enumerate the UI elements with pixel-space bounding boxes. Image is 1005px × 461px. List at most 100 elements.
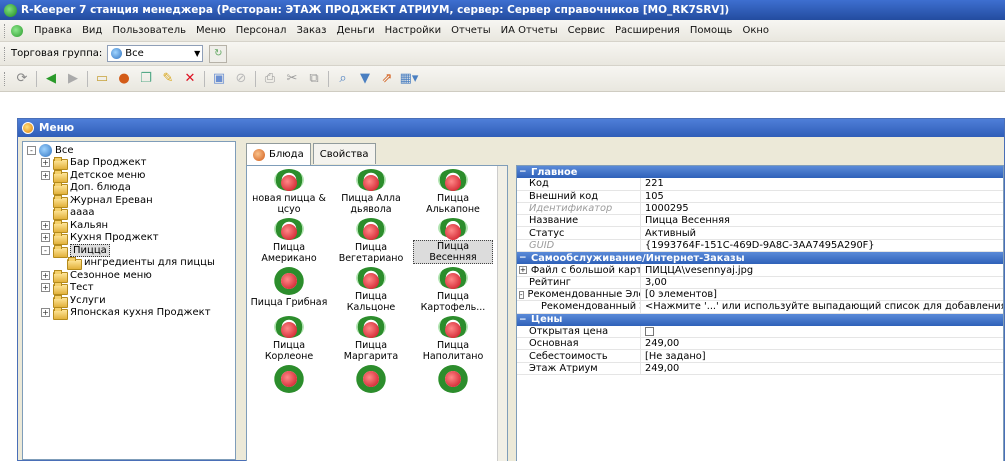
expand-icon[interactable]: + (519, 266, 527, 275)
menu-item[interactable]: Отчеты (446, 25, 495, 36)
property-row[interactable]: Основная 249,00 (517, 338, 1003, 351)
forward-icon[interactable]: ▶ (65, 71, 81, 87)
collapse-icon[interactable]: - (41, 245, 50, 255)
menu-item[interactable]: Настройки (380, 25, 446, 36)
tree-node[interactable]: + Кальян (27, 219, 235, 233)
property-value[interactable]: {1993764F-151C-469D-9A8C-3AA7495A290F} (641, 240, 1003, 251)
property-row[interactable]: Этаж Атриум 249,00 (517, 362, 1003, 376)
property-category[interactable]: − Цены (517, 313, 1003, 326)
search-icon[interactable]: ⌕ (335, 71, 351, 87)
dish-item[interactable] (331, 362, 411, 411)
tree-node[interactable]: + Детское меню (27, 169, 235, 183)
expand-icon[interactable]: + (41, 158, 50, 168)
property-value[interactable]: <Нажмите '...' или используйте выпадающи… (641, 301, 1003, 312)
expand-icon[interactable]: + (41, 283, 50, 293)
property-value[interactable]: 221 (641, 178, 1003, 189)
menu-item[interactable]: Заказ (291, 25, 331, 36)
dish-item[interactable]: Пицца Вегетариано (331, 215, 411, 264)
property-row[interactable]: Идентификатор 1000295 (517, 202, 1003, 216)
property-value[interactable]: 249,00 (641, 338, 1003, 349)
save-icon[interactable]: ▣ (211, 71, 227, 87)
property-value[interactable]: Активный (641, 227, 1003, 239)
tree-node[interactable]: Журнал Ереван (27, 194, 235, 208)
property-row[interactable]: Рейтинг 3,00 (517, 276, 1003, 289)
trade-group-select[interactable]: Все ▼ (107, 45, 204, 62)
tab-properties[interactable]: Свойства (312, 143, 754, 201)
filter-icon[interactable]: ▼ (357, 71, 373, 87)
toolbar-grip[interactable] (4, 71, 7, 86)
menu-item[interactable]: Деньги (331, 25, 379, 36)
collapse-icon[interactable]: - (519, 290, 524, 299)
property-value[interactable]: 3,00 (641, 277, 1003, 288)
menu-item[interactable]: Окно (737, 25, 774, 36)
property-row[interactable]: Код 221 (517, 178, 1003, 191)
dish-item[interactable] (249, 362, 329, 411)
menu-item[interactable]: ИА Отчеты (496, 25, 563, 36)
property-row[interactable]: + Файл с большой карти ПИЦЦА\vesennyaj.jpg (517, 264, 1003, 277)
dish-item[interactable] (413, 362, 493, 411)
collapse-icon[interactable]: - (27, 145, 36, 155)
dish-item[interactable]: Пицца Маргарита (331, 313, 411, 362)
expand-icon[interactable]: + (41, 220, 50, 230)
toolbar-grip[interactable] (4, 46, 7, 61)
category-tree[interactable]: - Все + Бар Проджект + Детское меню Доп. блюда… (22, 141, 236, 460)
new-folder-icon[interactable]: ▭ (94, 71, 110, 87)
dish-item[interactable]: Пицца Картофель... (413, 264, 493, 313)
tree-node[interactable]: Услуги (27, 294, 235, 308)
chevron-down-icon[interactable]: ▼ (194, 49, 200, 58)
menu-item[interactable]: Сервис (563, 25, 610, 36)
menu-item[interactable]: Расширения (610, 25, 685, 36)
dish-item[interactable]: Пицца Грибная (249, 264, 329, 313)
property-row[interactable]: GUID {1993764F-151C-469D-9A8C-3AA7495A290… (517, 239, 1003, 253)
tree-node[interactable]: Доп. блюда (27, 182, 235, 196)
property-category[interactable]: − Самообслуживание/Интернет-Заказы (517, 252, 1003, 265)
dish-item[interactable]: Пицца Алла дьявола (331, 166, 411, 215)
pane-splitter[interactable] (508, 165, 516, 461)
dish-item[interactable]: Пицца Американо (249, 215, 329, 264)
print-icon[interactable]: ⎙ (262, 71, 278, 87)
tree-node[interactable]: + Бар Проджект (27, 157, 235, 171)
toolbar-grip[interactable] (4, 23, 7, 38)
dish-item[interactable]: новая пицца & цсуо (249, 166, 329, 215)
refresh-icon[interactable]: ⟳ (14, 71, 30, 87)
collapse-icon[interactable]: − (517, 315, 527, 325)
dish-item[interactable]: Пицца Кальцоне (331, 264, 411, 313)
menu-item[interactable]: Вид (77, 25, 107, 36)
menu-item[interactable]: Помощь (685, 25, 738, 36)
collapse-icon[interactable]: − (517, 253, 527, 263)
menu-item[interactable]: Меню (191, 25, 231, 36)
expand-icon[interactable]: + (41, 170, 50, 180)
cut-icon[interactable]: ✂ (284, 71, 300, 87)
view-options-icon[interactable]: ▦▾ (400, 71, 419, 87)
edit-icon[interactable]: ✎ (160, 71, 176, 87)
cancel-icon[interactable]: ⊘ (233, 71, 249, 87)
menu-item[interactable]: Пользователь (107, 25, 191, 36)
refresh-group-button[interactable]: ↻ (209, 44, 228, 63)
property-value[interactable]: 249,00 (641, 363, 1003, 374)
menu-item[interactable]: Правка (29, 25, 77, 36)
property-row[interactable]: Рекомендованный Э <Нажмите '...' или испо… (517, 301, 1003, 314)
property-value[interactable]: Пицца Весенняя (641, 215, 1003, 226)
back-icon[interactable]: ◀ (43, 71, 59, 87)
property-value[interactable]: [Не задано] (641, 350, 1003, 362)
property-value[interactable]: 105 (641, 191, 1003, 202)
export-icon[interactable]: ⇗ (379, 71, 395, 87)
paste-icon[interactable]: ⧉ (306, 71, 322, 87)
expand-icon[interactable]: + (41, 308, 50, 318)
property-value[interactable]: [0 элементов] (641, 289, 1003, 300)
dish-item[interactable]: Пицца Корлеоне (249, 313, 329, 362)
tree-node[interactable]: + Японская кухня Проджект (27, 307, 235, 321)
property-value[interactable] (641, 326, 1003, 337)
tree-node[interactable]: + Кухня Проджект (27, 232, 235, 246)
delete-icon[interactable]: ✕ (182, 71, 198, 87)
tree-node[interactable]: - Пицца (27, 243, 235, 258)
dish-item[interactable]: Пицца Алькапоне (413, 166, 493, 215)
property-row[interactable]: - Рекомендованные Эле [0 элементов] (517, 288, 1003, 302)
property-row[interactable]: Название Пицца Весенняя (517, 215, 1003, 228)
property-row[interactable]: Открытая цена (517, 325, 1003, 339)
expand-icon[interactable]: + (41, 270, 50, 280)
tab-dishes[interactable]: Блюда (246, 143, 311, 165)
tree-node[interactable]: - Все (27, 143, 235, 157)
property-category[interactable]: − Главное (517, 166, 1003, 179)
tree-node[interactable]: аааа (27, 207, 235, 221)
